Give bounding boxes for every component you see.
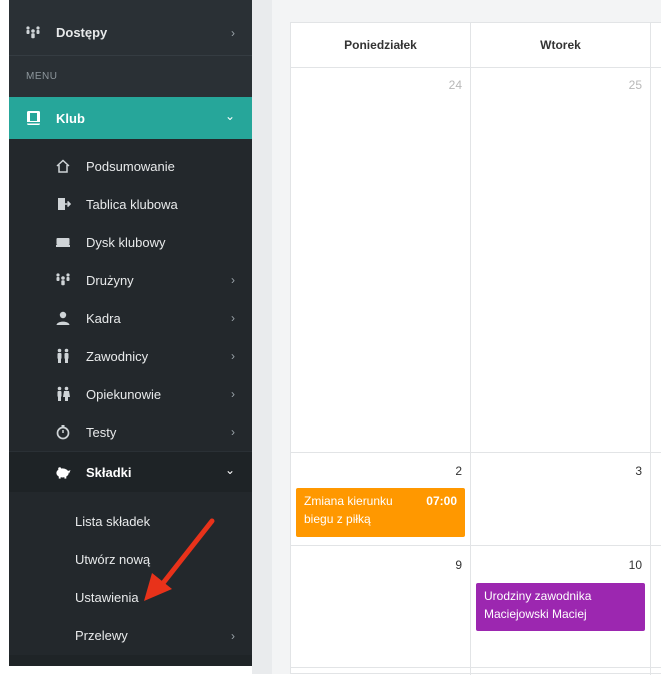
- calendar-event[interactable]: Urodziny zawodnika Maciejowski Maciej: [476, 583, 645, 631]
- sidebar-item-label: Składki: [86, 464, 132, 480]
- submenu-spacer: [9, 139, 252, 147]
- chevron-right-icon: ›: [231, 273, 235, 287]
- day-number[interactable]: 9: [291, 558, 462, 572]
- sidebar-subitem-label: Ustawienia: [75, 589, 139, 605]
- day-number[interactable]: 3: [471, 464, 642, 478]
- day-number[interactable]: 24: [291, 78, 462, 92]
- calendar-grid: Poniedziałek Wtorek 24 25 2 3 Zmiana kie…: [290, 22, 661, 675]
- sidebar-footer: [9, 655, 252, 666]
- home-icon: [55, 158, 71, 174]
- menu-section-header: MENU: [9, 57, 252, 95]
- sidebar-item-label: Opiekunowie: [86, 386, 162, 402]
- chevron-down-icon: ⌄: [224, 109, 235, 123]
- event-title: Zmiana kierunku biegu z piłką: [304, 494, 393, 526]
- sidebar-item-tablica-klubowa[interactable]: Tablica klubowa: [9, 185, 252, 223]
- sidebar-item-opiekunowie[interactable]: Opiekunowie ›: [9, 375, 252, 413]
- sidebar-subitem-label: Przelewy: [75, 628, 128, 643]
- weekday-header-tuesday: Wtorek: [540, 38, 581, 52]
- staff-icon: [55, 310, 71, 326]
- sidebar-subitem-label: Lista składek: [75, 513, 151, 529]
- sidebar-item-dysk-klubowy[interactable]: Dysk klubowy: [9, 223, 252, 261]
- sidebar-item-label: Tablica klubowa: [86, 196, 178, 212]
- piggy-bank-icon: [55, 464, 71, 480]
- chevron-right-icon: ›: [231, 25, 235, 40]
- sidebar-item-label: Dysk klubowy: [86, 234, 166, 250]
- calendar-event[interactable]: Zmiana kierunku biegu z piłką 07:00: [296, 488, 465, 537]
- team-icon: [25, 25, 41, 41]
- annotation-arrow-icon: [144, 518, 215, 601]
- chevron-right-icon: ›: [231, 349, 235, 363]
- sidebar-item-druzyny[interactable]: Drużyny ›: [9, 261, 252, 299]
- sidebar-item-dostepy[interactable]: Dostępy ›: [9, 10, 252, 56]
- weekday-header-monday: Poniedziałek: [344, 38, 417, 52]
- sidebar-item-testy[interactable]: Testy ›: [9, 413, 252, 451]
- menu-header-label: MENU: [26, 70, 58, 82]
- sidebar-item-label: Kadra: [86, 310, 121, 326]
- sidebar-item-klub[interactable]: Klub ⌄: [9, 97, 252, 139]
- event-title: Urodziny zawodnika Maciejowski Maciej: [484, 589, 592, 621]
- sidebar-subitem-przelewy[interactable]: Przelewy ›: [9, 616, 252, 655]
- sidebar-item-zawodnicy[interactable]: Zawodnicy ›: [9, 337, 252, 375]
- sidebar-item-label: Klub: [56, 110, 85, 126]
- sidebar-subitem-label: Utwórz nową: [75, 551, 151, 567]
- submenu-spacer: [9, 492, 252, 502]
- sidebar-item-label: Podsumowanie: [86, 158, 175, 174]
- guardians-icon: [55, 386, 71, 402]
- calendar-area: Poniedziałek Wtorek 24 25 2 3 Zmiana kie…: [272, 0, 661, 675]
- team-icon: [55, 272, 71, 288]
- chevron-right-icon: ›: [231, 628, 235, 643]
- sidebar-item-kadra[interactable]: Kadra ›: [9, 299, 252, 337]
- book-icon: [25, 110, 41, 126]
- door-exit-icon: [55, 196, 71, 212]
- day-number[interactable]: 10: [471, 558, 642, 572]
- sidebar-item-label: Testy: [86, 424, 117, 440]
- sidebar-item-label: Drużyny: [86, 272, 134, 288]
- chevron-right-icon: ›: [231, 425, 235, 439]
- event-time: 07:00: [426, 494, 457, 508]
- chevron-down-icon: ⌄: [224, 463, 235, 477]
- players-icon: [55, 348, 71, 364]
- day-number[interactable]: 2: [291, 464, 462, 478]
- day-number[interactable]: 25: [471, 78, 642, 92]
- sidebar-item-podsumowanie[interactable]: Podsumowanie: [9, 147, 252, 185]
- content-gutter: [252, 0, 272, 674]
- chevron-right-icon: ›: [231, 311, 235, 325]
- stopwatch-icon: [55, 424, 71, 440]
- drive-icon: [55, 234, 71, 250]
- sidebar-item-skladki[interactable]: Składki ⌄: [9, 452, 252, 492]
- sidebar-item-label: Dostępy: [56, 25, 108, 40]
- sidebar-item-label: Zawodnicy: [86, 348, 149, 364]
- chevron-right-icon: ›: [231, 387, 235, 401]
